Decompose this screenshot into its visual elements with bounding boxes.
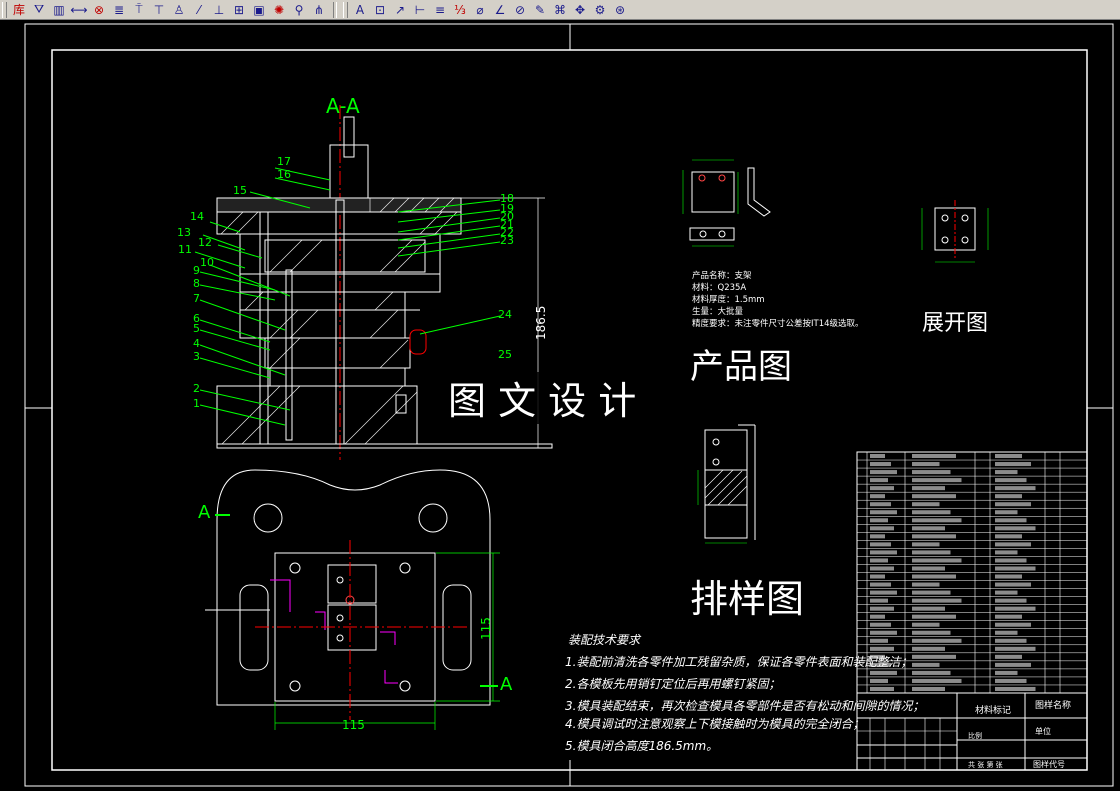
pin-icon[interactable]: ⟷ bbox=[69, 1, 89, 19]
library-icon[interactable]: 库 bbox=[9, 1, 29, 19]
plan-height-dimension: 115 bbox=[479, 617, 493, 640]
tech-line: 1.装配前清洗各零件加工残留杂质，保证各零件表面和装配整洁； bbox=[565, 655, 912, 669]
title-block-unit: 单位 bbox=[1035, 726, 1051, 736]
weld-icon[interactable]: ⌘ bbox=[550, 1, 570, 19]
funnel-icon[interactable]: ⛛ bbox=[29, 1, 49, 19]
nut-icon[interactable]: ⊞ bbox=[229, 1, 249, 19]
rivet-icon[interactable]: ♙ bbox=[169, 1, 189, 19]
standard-parts-toolbar: 库 ⛛ ▥ ⟷ ⊗ ≣ ⍑ ⊤ ♙ ⁄ ⊥ ⊞ ▣ ✺ ⚲ ⋔ A ⊡ ↗ ⊢ ≡ ⅓ ⌀ ∠ ⊘ ✎ ⌘ ✥ ⚙ ⊛ bbox=[0, 0, 1120, 20]
angle-icon[interactable]: ∠ bbox=[490, 1, 510, 19]
part-number: 25 bbox=[498, 348, 512, 361]
product-spec-line: 精度要求：未注零件尺寸公差按IT14级选取。 bbox=[692, 318, 864, 329]
product-drawing: 产品名称：支架 材料：Q235A 材料厚度：1.5mm 生量：大批量 精度要求：… bbox=[682, 159, 864, 387]
title-block-drawing-no: 图样代号 bbox=[1033, 759, 1065, 769]
unfold-drawing: 展开图 bbox=[921, 200, 989, 336]
balloon-icon[interactable]: ⊛ bbox=[610, 1, 630, 19]
frame-icon[interactable]: ⊡ bbox=[370, 1, 390, 19]
tech-line: 2.各模板先用销钉定位后再用螺钉紧固； bbox=[565, 677, 780, 691]
part-number: 14 bbox=[190, 210, 204, 223]
settings-icon[interactable]: ⚙ bbox=[590, 1, 610, 19]
strip-layout: 排样图 bbox=[690, 424, 804, 621]
title-block-material: 材料标记 bbox=[975, 704, 1011, 716]
part-number: 8 bbox=[193, 277, 200, 290]
product-spec-line: 产品名称：支架 bbox=[692, 270, 752, 281]
fraction-icon[interactable]: ⅓ bbox=[450, 1, 470, 19]
title-block-drawing-name: 图样名称 bbox=[1035, 699, 1071, 711]
tech-title: 装配技术要求 bbox=[568, 633, 642, 647]
product-spec-line: 材料：Q235A bbox=[692, 282, 746, 293]
section-label: A-A bbox=[326, 94, 360, 118]
plan-width-dimension: 115 bbox=[342, 718, 365, 732]
spring-icon[interactable]: ▥ bbox=[49, 1, 69, 19]
closed-height-dimension: 186.5 bbox=[534, 306, 548, 340]
title-block-sheet: 共 张 第 张 bbox=[968, 760, 1003, 769]
fork-icon[interactable]: ⋔ bbox=[309, 1, 329, 19]
wedge-icon[interactable]: ⁄ bbox=[189, 1, 209, 19]
part-number: 9 bbox=[193, 264, 200, 277]
cut-plane-mark: A bbox=[500, 674, 513, 695]
drawing-sheet: A-A 186.5 17 16 15 14 13 12 11 10 9 8 7 … bbox=[24, 23, 1114, 787]
product-title: 产品图 bbox=[690, 347, 792, 387]
watermark-text: 图 文 设 计 bbox=[448, 379, 636, 423]
roughness-icon[interactable]: ✥ bbox=[570, 1, 590, 19]
table-icon[interactable]: ≡ bbox=[430, 1, 450, 19]
product-spec-line: 材料厚度：1.5mm bbox=[692, 294, 765, 305]
product-spec-line: 生量：大批量 bbox=[692, 306, 744, 317]
toolbar-separator bbox=[333, 1, 337, 18]
dimension-icon[interactable]: ⊢ bbox=[410, 1, 430, 19]
thread-icon[interactable]: ≣ bbox=[109, 1, 129, 19]
edit-icon[interactable]: ✎ bbox=[530, 1, 550, 19]
part-number: 16 bbox=[277, 168, 291, 181]
screw-icon[interactable]: ⍑ bbox=[129, 1, 149, 19]
title-block-scale: 比例 bbox=[968, 731, 982, 740]
toolbar-grip[interactable] bbox=[343, 1, 348, 18]
unfold-title: 展开图 bbox=[922, 311, 988, 336]
part-number: 17 bbox=[277, 155, 291, 168]
part-number: 4 bbox=[193, 337, 200, 350]
part-number: 23 bbox=[500, 234, 514, 247]
bolt-icon[interactable]: ⊤ bbox=[149, 1, 169, 19]
tech-line: 3.模具装配结束，再次检查模具各零部件是否有松动和间隙的情况； bbox=[565, 699, 924, 713]
stud-icon[interactable]: ⊥ bbox=[209, 1, 229, 19]
gear-icon[interactable]: ⊗ bbox=[89, 1, 109, 19]
toolbar-group-parts: 库 ⛛ ▥ ⟷ ⊗ ≣ ⍑ ⊤ ♙ ⁄ ⊥ ⊞ ▣ ✺ ⚲ ⋔ bbox=[9, 1, 329, 19]
cut-plane-mark: A bbox=[198, 502, 211, 523]
part-number: 13 bbox=[177, 226, 191, 239]
diameter-icon[interactable]: ⌀ bbox=[470, 1, 490, 19]
cad-drawing-canvas[interactable]: A-A 186.5 17 16 15 14 13 12 11 10 9 8 7 … bbox=[0, 20, 1120, 791]
part-number: 15 bbox=[233, 184, 247, 197]
bearing-icon[interactable]: ▣ bbox=[249, 1, 269, 19]
part-number: 11 bbox=[178, 243, 192, 256]
text-style-icon[interactable]: A bbox=[350, 1, 370, 19]
plan-view: A A 115 115 bbox=[198, 469, 513, 732]
leader-icon[interactable]: ↗ bbox=[390, 1, 410, 19]
part-number: 12 bbox=[198, 236, 212, 249]
key-icon[interactable]: ⚲ bbox=[289, 1, 309, 19]
part-number: 2 bbox=[193, 382, 200, 395]
toolbar-group-annotation: A ⊡ ↗ ⊢ ≡ ⅓ ⌀ ∠ ⊘ ✎ ⌘ ✥ ⚙ ⊛ bbox=[350, 1, 630, 19]
part-number: 1 bbox=[193, 397, 200, 410]
tech-line: 4.模具调试时注意观察上下模接触时为模具的完全闭合； bbox=[565, 717, 864, 731]
tech-line: 5.模具闭合高度186.5mm。 bbox=[565, 739, 718, 753]
part-number: 3 bbox=[193, 350, 200, 363]
toolbar-grip[interactable] bbox=[2, 1, 7, 18]
layout-title: 排样图 bbox=[690, 577, 804, 621]
part-number: 24 bbox=[498, 308, 512, 321]
part-number: 7 bbox=[193, 292, 200, 305]
sprocket-icon[interactable]: ✺ bbox=[269, 1, 289, 19]
part-number: 5 bbox=[193, 322, 200, 335]
part-number: 10 bbox=[200, 256, 214, 269]
section-icon[interactable]: ⊘ bbox=[510, 1, 530, 19]
